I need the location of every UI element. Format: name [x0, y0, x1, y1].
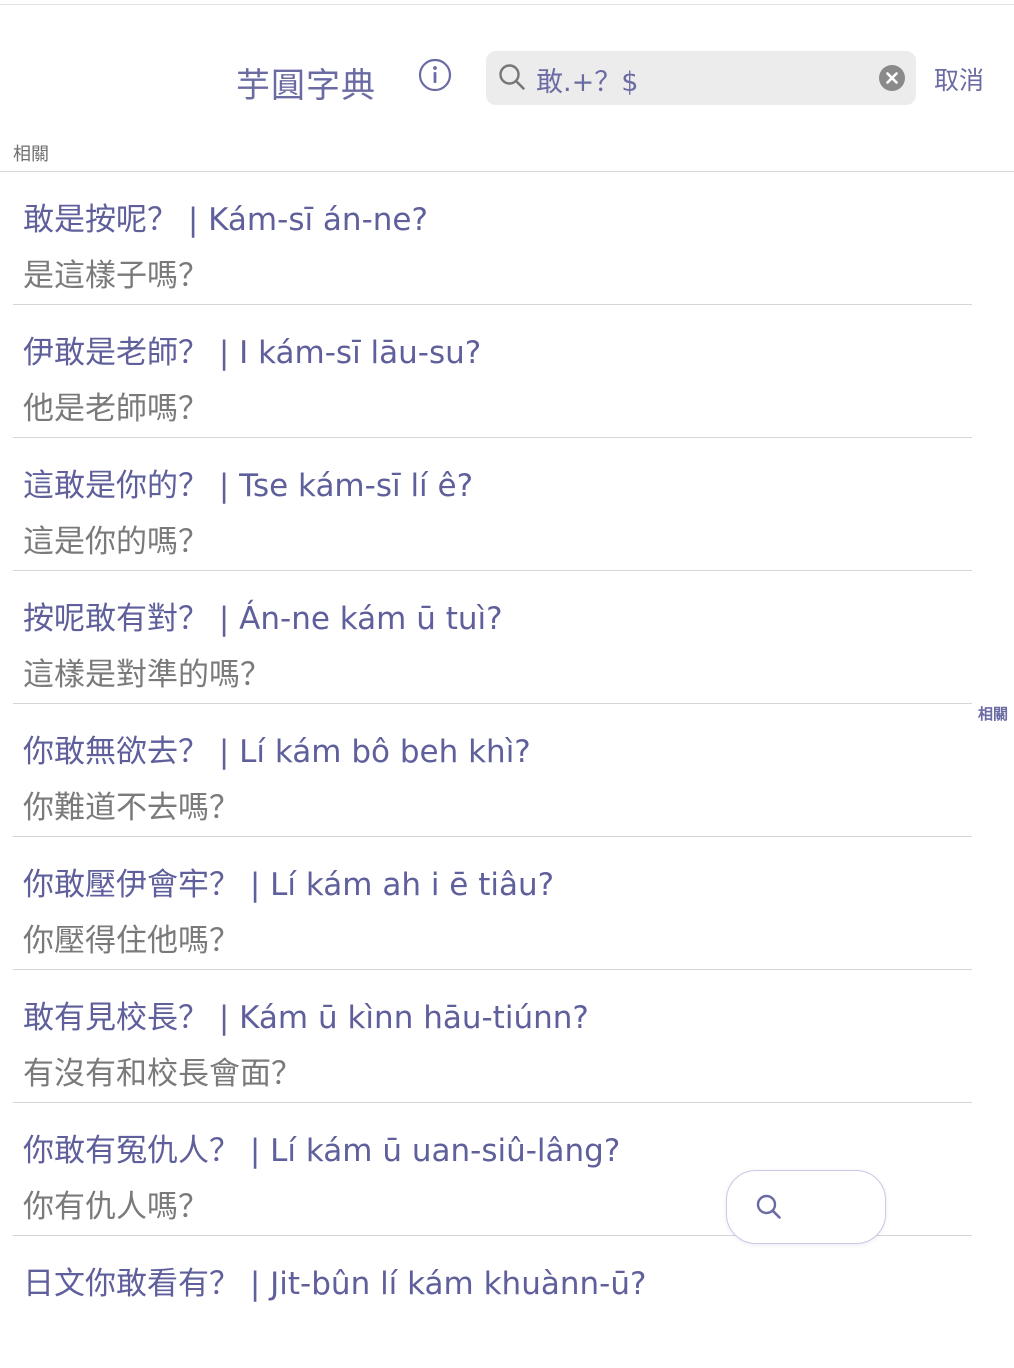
- cancel-button[interactable]: 取消: [934, 61, 984, 97]
- result-item[interactable]: 你敢壓伊會牢？ | Lí kám ah i ē tiâu? 你壓得住他嗎？: [13, 837, 972, 970]
- app-title: 芋圓字典: [236, 66, 376, 106]
- search-input[interactable]: [536, 61, 856, 97]
- result-title: 敢有見校長？ | Kám ū kìnn hāu-tiúnn?: [23, 1000, 589, 1036]
- result-gloss: 有沒有和校長會面？: [23, 1056, 302, 1092]
- result-title: 伊敢是老師？ | I kám-sī lāu-su?: [23, 335, 482, 371]
- result-title: 日文你敢看有？ | Jit-bûn lí kám khuànn-ū?: [23, 1266, 647, 1302]
- result-gloss: 你壓得住他嗎？: [23, 923, 240, 959]
- result-item[interactable]: 這敢是你的？ | Tse kám-sī lí ê? 這是你的嗎？: [13, 438, 972, 571]
- section-label: 相關: [13, 144, 49, 165]
- result-title: 你敢無欲去？ | Lí kám bô beh khì?: [23, 734, 531, 770]
- search-box[interactable]: [486, 51, 916, 105]
- top-border: [0, 4, 1014, 5]
- result-item[interactable]: 你敢無欲去？ | Lí kám bô beh khì? 你難道不去嗎？: [13, 704, 972, 837]
- result-title: 你敢有冤仇人？ | Lí kám ū uan-siû-lâng?: [23, 1133, 621, 1169]
- result-gloss: 你有仇人嗎？: [23, 1189, 209, 1225]
- search-icon: [755, 1193, 783, 1221]
- result-item[interactable]: 敢是按呢？ | Kám-sī án-ne? 是這樣子嗎？: [13, 172, 972, 305]
- result-gloss: 這樣是對準的嗎？: [23, 657, 271, 693]
- result-item[interactable]: 敢有見校長？ | Kám ū kìnn hāu-tiúnn? 有沒有和校長會面？: [13, 970, 972, 1103]
- result-gloss: 這是你的嗎？: [23, 524, 209, 560]
- side-index-label[interactable]: 相關: [978, 703, 1008, 724]
- result-item[interactable]: 日文你敢看有？ | Jit-bûn lí kám khuànn-ū?: [13, 1236, 972, 1368]
- info-icon[interactable]: [418, 58, 452, 92]
- result-item[interactable]: 按呢敢有對？ | Án-ne kám ū tuì? 這樣是對準的嗎？: [13, 571, 972, 704]
- result-gloss: 是這樣子嗎？: [23, 258, 209, 294]
- result-item[interactable]: 伊敢是老師？ | I kám-sī lāu-su? 他是老師嗎？: [13, 305, 972, 438]
- header-bar: 芋圓字典 取消: [0, 40, 1014, 116]
- clear-search-icon[interactable]: [878, 64, 906, 92]
- result-title: 敢是按呢？ | Kám-sī án-ne?: [23, 202, 428, 238]
- result-title: 你敢壓伊會牢？ | Lí kám ah i ē tiâu?: [23, 867, 555, 903]
- floating-search-button[interactable]: [726, 1170, 886, 1244]
- search-icon: [498, 63, 526, 91]
- result-title: 這敢是你的？ | Tse kám-sī lí ê?: [23, 468, 474, 504]
- result-title: 按呢敢有對？ | Án-ne kám ū tuì?: [23, 601, 503, 637]
- result-gloss: 他是老師嗎？: [23, 391, 209, 427]
- result-gloss: 你難道不去嗎？: [23, 790, 240, 826]
